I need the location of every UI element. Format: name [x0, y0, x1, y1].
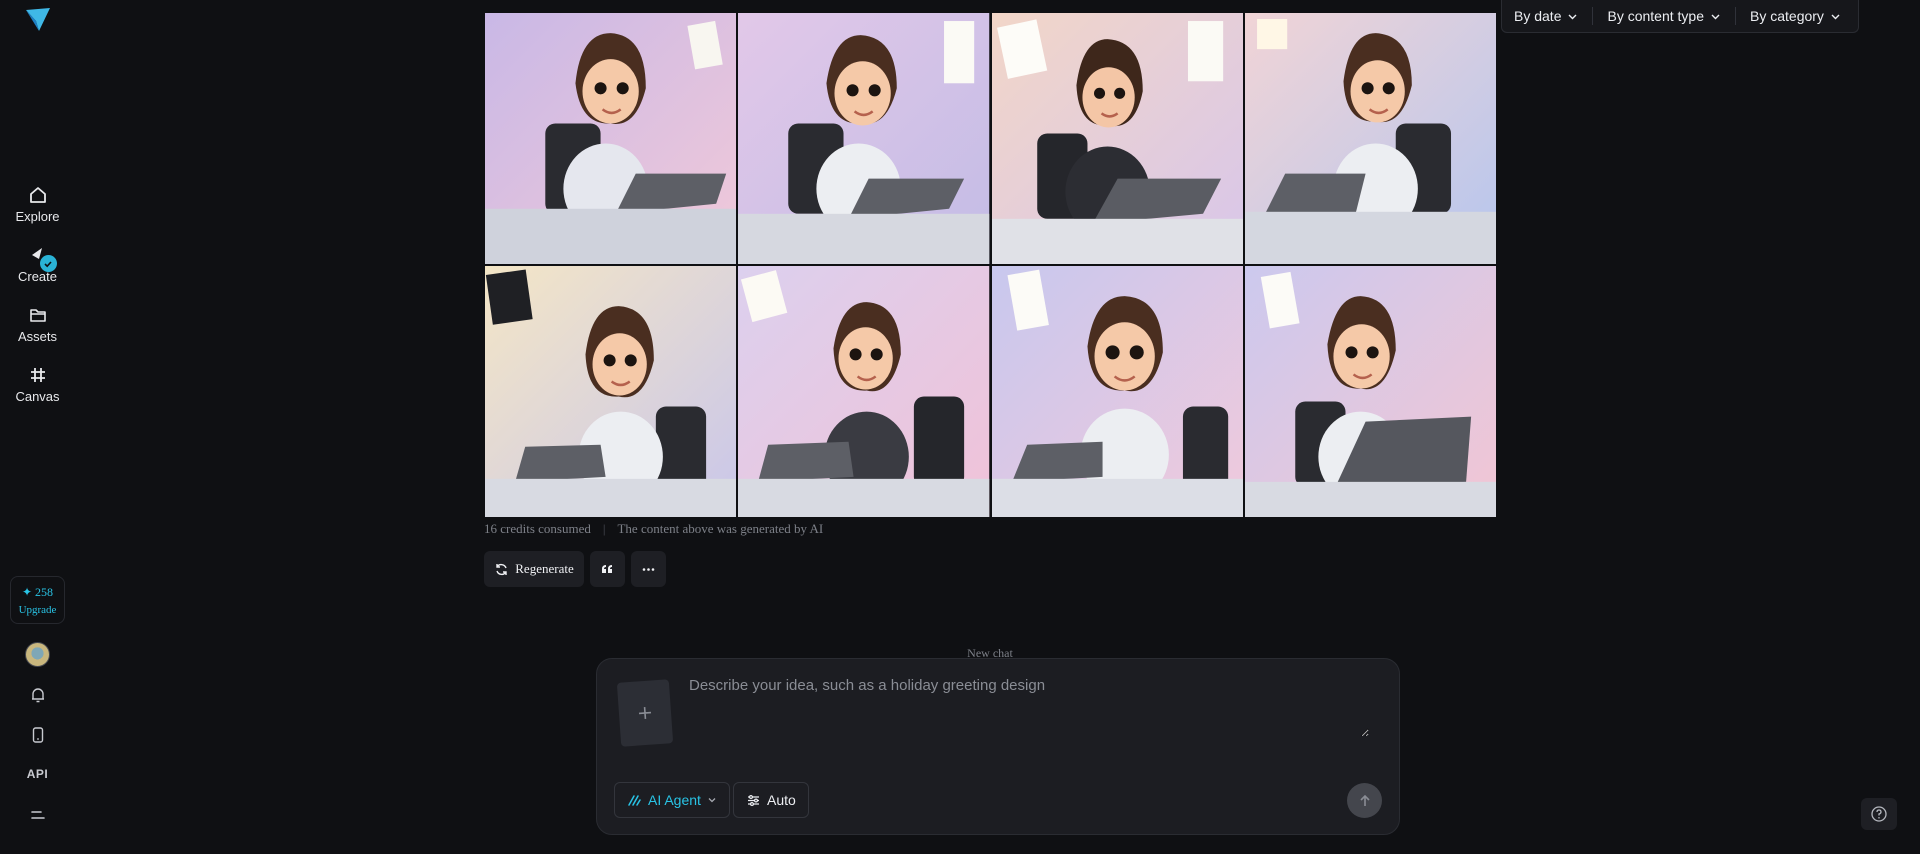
credits-upgrade-button[interactable]: ✦ 258 Upgrade	[10, 576, 65, 624]
generated-image-4[interactable]	[1244, 13, 1496, 264]
refresh-icon	[496, 563, 507, 575]
filter-by-category-label: By category	[1750, 8, 1824, 24]
chevron-down-icon	[1568, 14, 1577, 19]
generated-image-6[interactable]	[738, 266, 990, 517]
filter-by-content-type[interactable]: By content type	[1607, 7, 1736, 25]
chevron-down-icon	[708, 798, 716, 803]
more-icon	[642, 567, 655, 571]
plus-icon	[638, 706, 652, 720]
filter-bar: By date By content type By category	[1501, 0, 1859, 33]
generated-image-3[interactable]	[991, 13, 1243, 264]
upload-image-button[interactable]	[616, 679, 674, 747]
regenerate-label: Regenerate	[515, 561, 574, 576]
prompt-input[interactable]	[689, 677, 1369, 737]
nav-explore[interactable]: Explore	[0, 184, 75, 224]
upgrade-label: Upgrade	[18, 603, 57, 616]
logo-icon[interactable]	[24, 6, 52, 32]
generated-image-grid	[485, 13, 1496, 517]
nav-assets[interactable]: Assets	[0, 304, 75, 344]
agent-icon	[628, 794, 641, 806]
ai-agent-label: AI Agent	[648, 792, 701, 808]
api-link[interactable]: API	[0, 767, 75, 781]
mobile-app-icon[interactable]	[27, 724, 49, 746]
home-icon	[27, 184, 49, 206]
ai-disclaimer-text: The content above was generated by AI	[617, 521, 824, 536]
result-actions: Regenerate	[484, 551, 666, 587]
ai-agent-dropdown[interactable]: AI Agent	[614, 782, 730, 818]
regenerate-button[interactable]: Regenerate	[484, 551, 584, 587]
help-button[interactable]	[1861, 798, 1897, 830]
chevron-down-icon	[1831, 14, 1840, 19]
nav-assets-label: Assets	[17, 329, 57, 344]
more-options-button[interactable]	[631, 551, 666, 587]
generation-meta: 16 credits consumed | The content above …	[484, 521, 823, 537]
sidebar: Explore Create Assets Canvas ✦ 258 Upgra…	[0, 0, 75, 854]
send-button[interactable]	[1347, 783, 1382, 818]
arrow-up-icon	[1359, 794, 1370, 806]
auto-settings-button[interactable]: Auto	[733, 782, 809, 818]
generated-image-1[interactable]	[485, 13, 737, 264]
sliders-icon	[748, 794, 759, 806]
canvas-icon	[27, 364, 49, 386]
filter-by-category[interactable]: By category	[1750, 7, 1855, 25]
notification-bell-icon[interactable]	[27, 684, 49, 706]
filter-by-date-label: By date	[1514, 8, 1562, 24]
nav-create[interactable]: Create	[0, 244, 75, 284]
chevron-down-icon	[1711, 14, 1720, 19]
quote-button[interactable]	[590, 551, 625, 587]
create-icon	[27, 244, 57, 272]
check-badge-icon	[39, 255, 57, 272]
generated-image-2[interactable]	[738, 13, 990, 264]
folder-icon	[27, 304, 49, 326]
generated-image-7[interactable]	[991, 266, 1243, 517]
auto-label: Auto	[767, 792, 796, 808]
credits-count: ✦ 258	[21, 584, 54, 599]
generated-image-8[interactable]	[1244, 266, 1496, 517]
nav-explore-label: Explore	[15, 209, 60, 224]
nav-canvas[interactable]: Canvas	[0, 364, 75, 404]
help-icon	[1871, 806, 1887, 822]
credits-consumed-text: 16 credits consumed	[484, 521, 591, 536]
quote-icon	[602, 564, 612, 573]
nav-canvas-label: Canvas	[15, 389, 60, 404]
composer: AI Agent Auto	[596, 658, 1400, 835]
filter-by-content-type-label: By content type	[1607, 8, 1704, 24]
filter-by-date[interactable]: By date	[1514, 7, 1594, 25]
meta-separator: |	[602, 521, 606, 536]
generated-image-5[interactable]	[485, 266, 737, 517]
menu-icon[interactable]	[27, 804, 49, 826]
